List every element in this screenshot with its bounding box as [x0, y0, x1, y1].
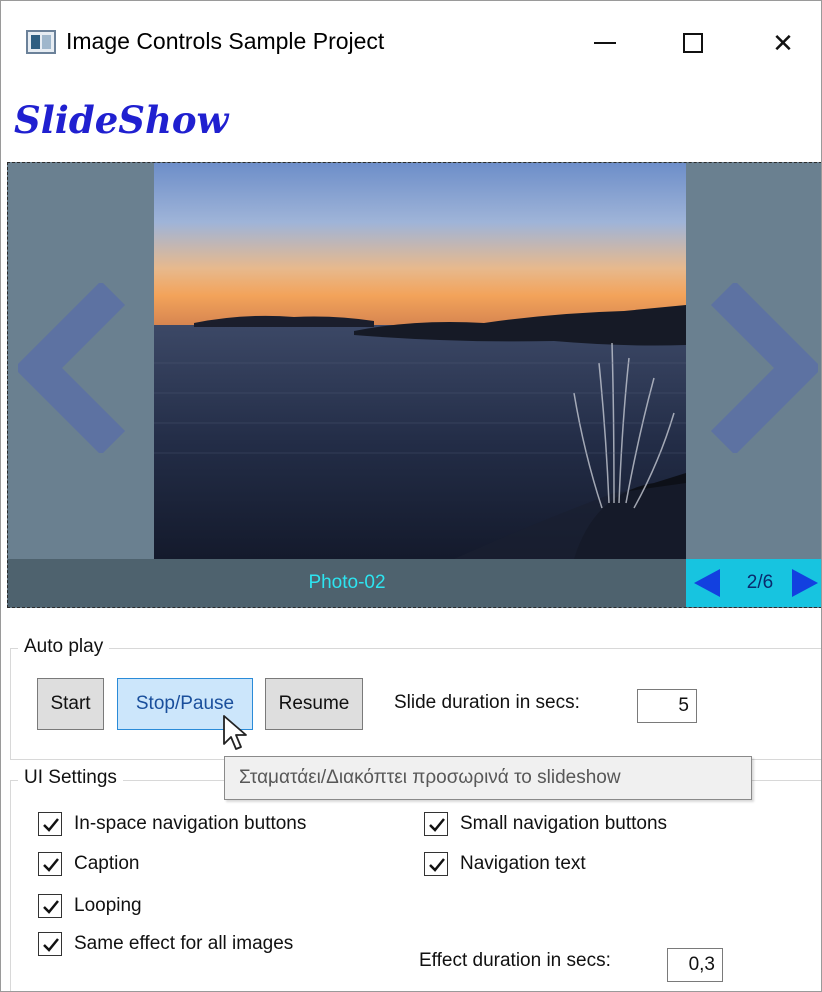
same-effect-checkbox[interactable]: Same effect for all images	[38, 932, 293, 956]
navigation-text: 2/6	[746, 572, 774, 593]
effect-duration-label: Effect duration in secs:	[419, 950, 611, 971]
slideshow-viewer[interactable]: Photo-02 2/6	[7, 162, 822, 608]
close-button[interactable]: ✕	[738, 14, 822, 72]
checkbox-label: In-space navigation buttons	[74, 813, 307, 834]
checkbox-checked-icon[interactable]	[38, 852, 62, 876]
large-prev-arrow-icon[interactable]	[18, 283, 138, 453]
window-title: Image Controls Sample Project	[66, 28, 385, 54]
caption-bar: Photo-02	[8, 559, 686, 607]
checkbox-checked-icon[interactable]	[38, 932, 62, 956]
start-button[interactable]: Start	[37, 678, 104, 730]
looping-checkbox[interactable]: Looping	[38, 894, 142, 918]
in-space-navigation-checkbox[interactable]: In-space navigation buttons	[38, 812, 306, 836]
minimize-icon	[594, 42, 616, 44]
title-bar: Image Controls Sample Project ✕	[0, 0, 822, 84]
small-navigation-panel: 2/6	[686, 559, 822, 607]
checkbox-label: Caption	[74, 853, 140, 874]
slideshow-title: SlideShow	[14, 98, 229, 142]
slide-duration-input[interactable]	[637, 689, 697, 723]
maximize-button[interactable]	[648, 14, 738, 72]
maximize-icon	[683, 33, 703, 53]
checkbox-label: Looping	[74, 895, 142, 916]
mouse-cursor-icon	[223, 715, 247, 750]
slide-duration-label: Slide duration in secs:	[394, 692, 580, 713]
small-navigation-buttons-checkbox[interactable]: Small navigation buttons	[424, 812, 667, 836]
small-next-arrow-icon[interactable]	[790, 569, 820, 597]
navigation-text-checkbox[interactable]: Navigation text	[424, 852, 586, 876]
slide-photo	[154, 163, 686, 559]
checkbox-label: Same effect for all images	[74, 933, 294, 954]
close-icon: ✕	[772, 27, 794, 58]
stop-pause-tooltip: Σταματάει/Διακόπτει προσωρινά το slidesh…	[224, 756, 752, 800]
ui-settings-group-label: UI Settings	[18, 767, 123, 789]
slide-caption: Photo-02	[308, 572, 386, 593]
auto-play-group-label: Auto play	[18, 636, 110, 658]
app-icon	[26, 30, 56, 54]
resume-button[interactable]: Resume	[265, 678, 363, 730]
large-next-arrow-icon[interactable]	[698, 283, 818, 453]
checkbox-label: Small navigation buttons	[460, 813, 668, 834]
checkbox-checked-icon[interactable]	[424, 852, 448, 876]
effect-duration-input[interactable]	[667, 948, 723, 982]
small-prev-arrow-icon[interactable]	[692, 569, 722, 597]
checkbox-checked-icon[interactable]	[424, 812, 448, 836]
minimize-button[interactable]	[560, 14, 650, 72]
caption-checkbox[interactable]: Caption	[38, 852, 140, 876]
checkbox-checked-icon[interactable]	[38, 894, 62, 918]
checkbox-checked-icon[interactable]	[38, 812, 62, 836]
checkbox-label: Navigation text	[460, 853, 586, 874]
